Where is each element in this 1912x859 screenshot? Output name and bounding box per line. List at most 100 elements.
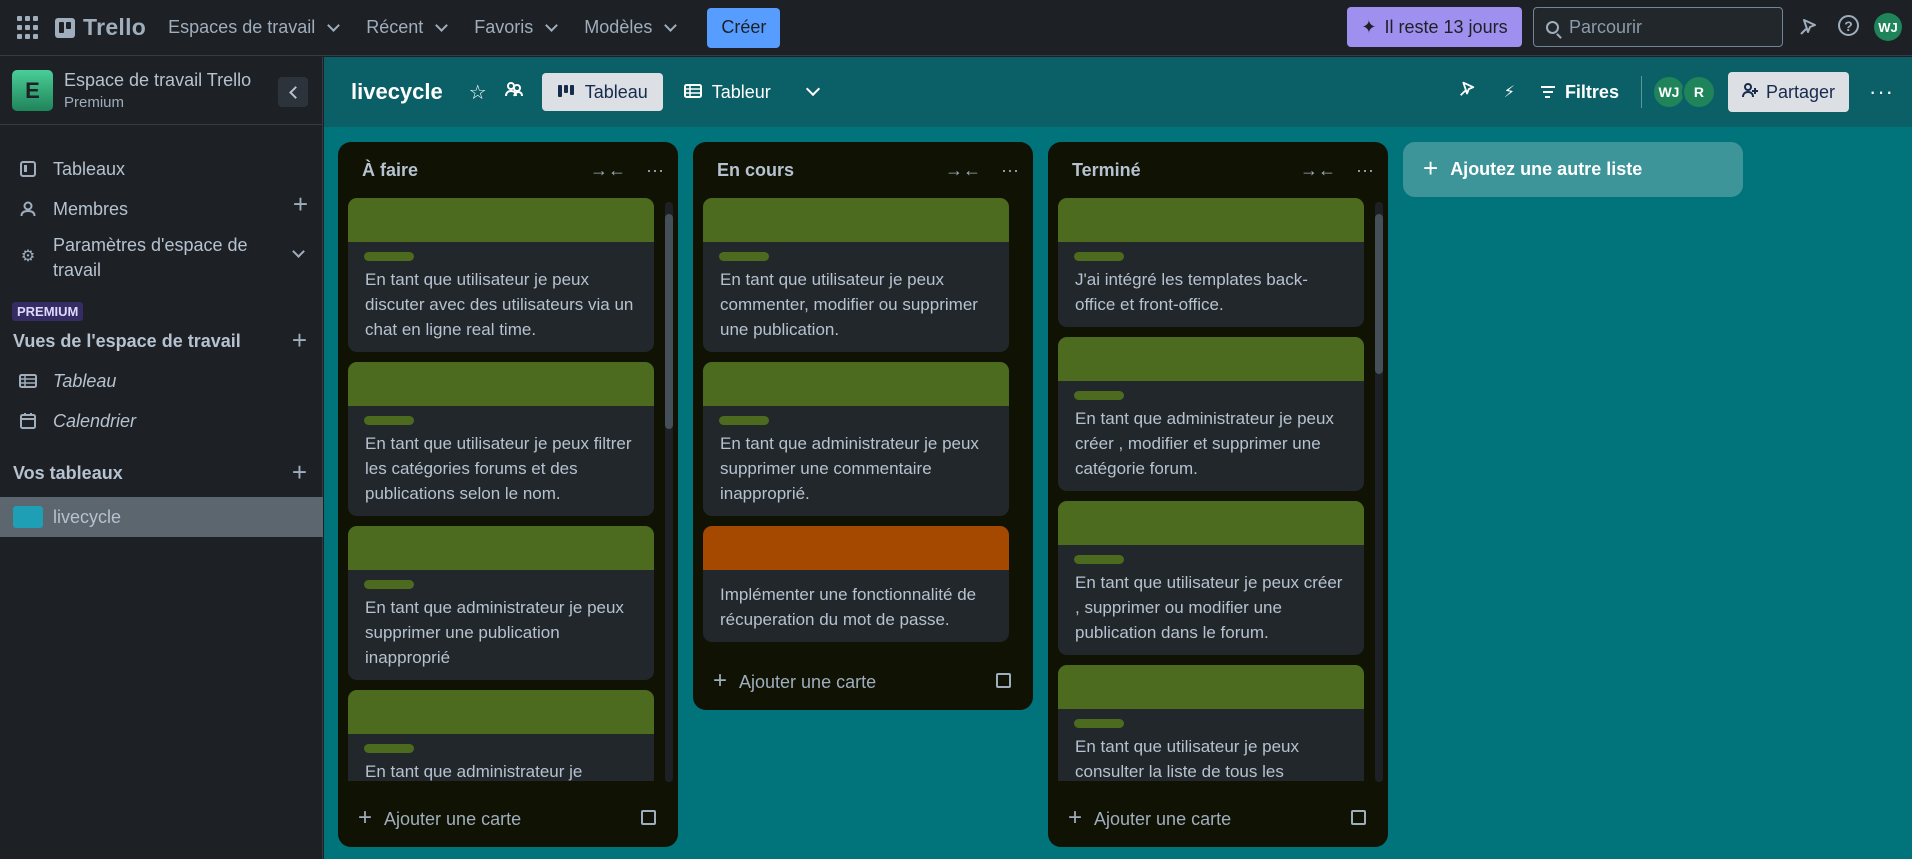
list-title[interactable]: Terminé bbox=[1072, 160, 1141, 181]
collapse-list-icon[interactable]: →← bbox=[1300, 160, 1336, 181]
collapse-list-icon[interactable]: →← bbox=[945, 160, 981, 181]
card-title: En tant que administrateur je bbox=[365, 762, 583, 781]
add-member-icon[interactable]: + bbox=[293, 189, 308, 220]
card-template-icon[interactable] bbox=[1351, 810, 1366, 825]
add-board-icon[interactable]: + bbox=[292, 457, 307, 488]
trello-logo[interactable]: Trello bbox=[55, 14, 146, 41]
sidebar-item-boards[interactable]: Tableaux bbox=[0, 153, 323, 185]
card-cover bbox=[1058, 665, 1364, 709]
sidebar-item-label: Tableau bbox=[53, 370, 117, 391]
card-label[interactable] bbox=[364, 744, 414, 753]
list-menu-icon[interactable]: ··· bbox=[646, 160, 664, 181]
card[interactable]: En tant que administrateur je peux créer… bbox=[1058, 337, 1364, 491]
card-label[interactable] bbox=[364, 252, 414, 261]
sidebar-item-members[interactable]: Membres + bbox=[0, 189, 323, 225]
collapse-list-icon[interactable]: →← bbox=[590, 160, 626, 181]
card-label[interactable] bbox=[1074, 252, 1124, 261]
card-cover bbox=[703, 362, 1009, 406]
list-menu-icon[interactable]: ··· bbox=[1356, 160, 1374, 181]
card-template-icon[interactable] bbox=[641, 810, 656, 825]
notifications-icon[interactable] bbox=[1796, 15, 1820, 39]
list-header[interactable]: À faire →← ··· bbox=[338, 142, 678, 198]
add-list-button[interactable]: + Ajoutez une autre liste bbox=[1403, 142, 1743, 197]
card-label[interactable] bbox=[1074, 719, 1124, 728]
list-scrollbar[interactable] bbox=[665, 202, 673, 782]
nav-workspaces[interactable]: Espaces de travail bbox=[168, 17, 344, 38]
card[interactable]: En tant que utilisateur je peux consulte… bbox=[1058, 665, 1364, 781]
app-switcher-icon[interactable] bbox=[17, 15, 41, 40]
list-title[interactable]: En cours bbox=[717, 160, 794, 181]
sidebar-item-label: Membres bbox=[53, 198, 129, 219]
member-avatar[interactable]: R bbox=[1681, 75, 1716, 109]
collapse-sidebar-button[interactable] bbox=[278, 77, 308, 107]
add-view-icon[interactable]: + bbox=[292, 325, 307, 356]
gear-icon: ⚙ bbox=[20, 248, 36, 265]
card-label[interactable] bbox=[364, 580, 414, 589]
user-avatar[interactable]: WJ bbox=[1874, 13, 1902, 41]
trial-button[interactable]: ✦ Il reste 13 jours bbox=[1347, 7, 1522, 47]
card-template-icon[interactable] bbox=[996, 673, 1011, 688]
nav-label: Favoris bbox=[474, 17, 534, 37]
filters-button[interactable]: Filtres bbox=[1540, 82, 1619, 103]
workspace-name[interactable]: Espace de travail Trello bbox=[64, 70, 251, 91]
list-header[interactable]: En cours →← ··· bbox=[693, 142, 1033, 198]
card-label[interactable] bbox=[719, 252, 769, 261]
nav-label: Espaces de travail bbox=[168, 17, 316, 37]
card[interactable]: En tant que administrateur je peux suppr… bbox=[348, 526, 654, 680]
add-card-button[interactable]: + Ajouter une carte bbox=[1068, 803, 1368, 835]
card[interactable]: J'ai intégré les templates back-office e… bbox=[1058, 198, 1364, 327]
plus-icon: + bbox=[1423, 152, 1439, 183]
star-icon[interactable]: ☆ bbox=[469, 80, 487, 105]
add-card-button[interactable]: + Ajouter une carte bbox=[713, 666, 1013, 698]
list-scrollbar[interactable] bbox=[1375, 202, 1383, 782]
nav-templates[interactable]: Modèles bbox=[584, 17, 681, 38]
chevron-down-icon[interactable] bbox=[292, 245, 305, 258]
sidebar-view-table[interactable]: Tableau bbox=[0, 365, 323, 397]
board-title[interactable]: livecycle bbox=[351, 79, 443, 105]
sidebar-board-livecycle[interactable]: livecycle bbox=[0, 497, 323, 537]
list-menu-icon[interactable]: ··· bbox=[1001, 160, 1019, 181]
chevron-down-icon bbox=[435, 18, 449, 32]
card[interactable]: En tant que utilisateur je peux commente… bbox=[703, 198, 1009, 352]
board-header-actions: ⚡ Filtres WJ R Partager ··· bbox=[1458, 57, 1912, 127]
sidebar-view-calendar[interactable]: Calendrier bbox=[0, 405, 323, 437]
share-button[interactable]: Partager bbox=[1727, 72, 1850, 112]
card[interactable]: En tant que administrateur je bbox=[348, 690, 654, 781]
automation-icon[interactable]: ⚡ bbox=[1504, 82, 1515, 102]
card-cover bbox=[1058, 501, 1364, 545]
card-cover bbox=[703, 198, 1009, 242]
card-cover bbox=[703, 526, 1009, 570]
add-card-button[interactable]: + Ajouter une carte bbox=[358, 803, 658, 835]
workspace-icon[interactable]: E bbox=[12, 70, 53, 111]
app-name: Trello bbox=[83, 14, 147, 40]
power-ups-icon[interactable] bbox=[1458, 80, 1476, 104]
sidebar-item-settings[interactable]: ⚙ Paramètres d'espace de travail bbox=[0, 233, 323, 285]
card[interactable]: En tant que utilisateur je peux filtrer … bbox=[348, 362, 654, 516]
create-button[interactable]: Créer bbox=[707, 7, 781, 48]
list-header[interactable]: Terminé →← ··· bbox=[1048, 142, 1388, 198]
nav-recent[interactable]: Récent bbox=[366, 17, 452, 38]
person-icon bbox=[19, 200, 37, 218]
help-icon[interactable]: ? bbox=[1838, 15, 1859, 36]
card-title: En tant que utilisateur je peux commente… bbox=[720, 270, 978, 339]
view-tab-board[interactable]: Tableau bbox=[541, 73, 663, 111]
card-label[interactable] bbox=[719, 416, 769, 425]
chevron-down-icon[interactable] bbox=[805, 81, 820, 97]
card-cover bbox=[1058, 337, 1364, 381]
member-avatar[interactable]: WJ bbox=[1651, 75, 1686, 109]
list-title[interactable]: À faire bbox=[362, 160, 418, 181]
view-tab-spreadsheet[interactable]: Tableur bbox=[669, 73, 786, 111]
visibility-icon[interactable] bbox=[504, 80, 523, 104]
card-label[interactable] bbox=[1074, 555, 1124, 564]
card-label[interactable] bbox=[364, 416, 414, 425]
card[interactable]: Implémenter une fonctionnalité de récupe… bbox=[703, 526, 1009, 642]
card[interactable]: En tant que utilisateur je peux créer , … bbox=[1058, 501, 1364, 655]
card-label[interactable] bbox=[1074, 391, 1124, 400]
card-title: Implémenter une fonctionnalité de récupe… bbox=[720, 585, 977, 629]
card[interactable]: En tant que utilisateur je peux discuter… bbox=[348, 198, 654, 352]
nav-favorites[interactable]: Favoris bbox=[474, 17, 562, 38]
card-cover bbox=[1058, 198, 1364, 242]
search-input[interactable]: Parcourir bbox=[1533, 7, 1783, 47]
more-options-icon[interactable]: ··· bbox=[1869, 79, 1894, 105]
card[interactable]: En tant que administrateur je peux suppr… bbox=[703, 362, 1009, 516]
